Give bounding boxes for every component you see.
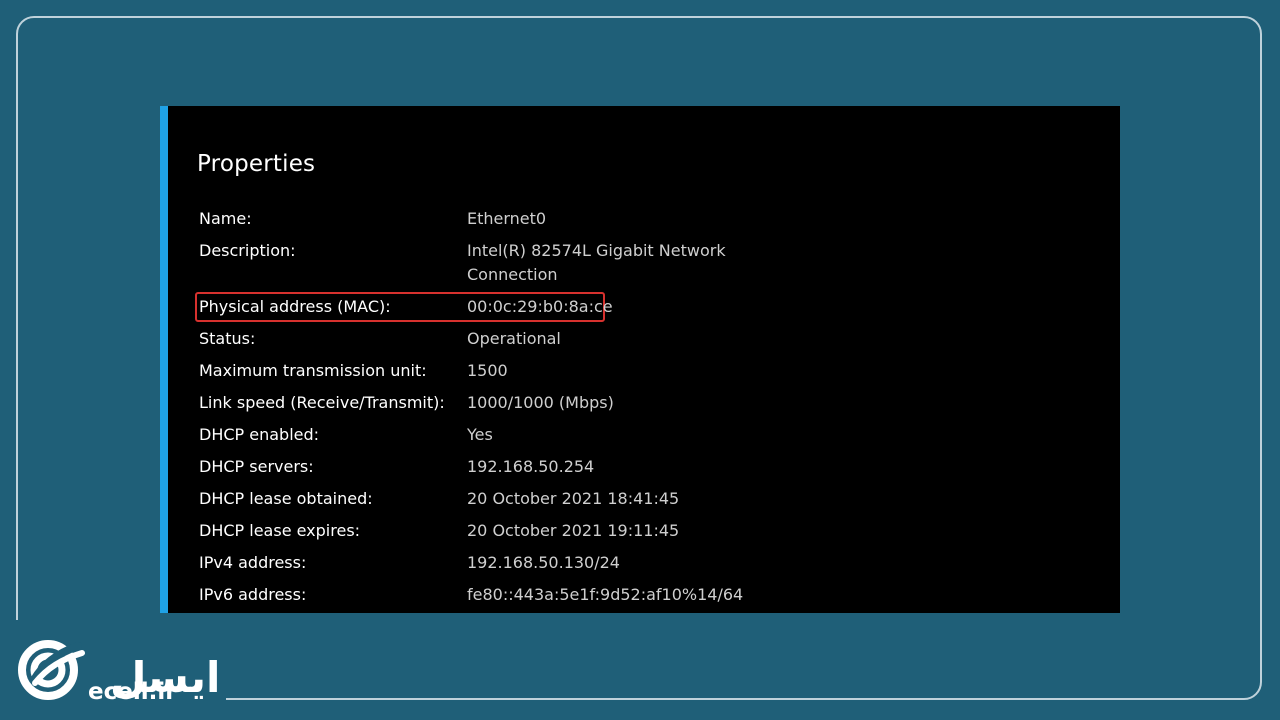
property-label: DHCP lease obtained: [199, 489, 373, 508]
property-label: Description: [199, 241, 296, 260]
accent-bar [160, 106, 168, 613]
property-value: 00:0c:29:b0:8a:ce [467, 297, 613, 316]
property-label: DHCP servers: [199, 457, 314, 476]
property-value: Ethernet0 [467, 209, 547, 228]
property-label: DHCP lease expires: [199, 521, 361, 540]
property-value: 1500 [467, 361, 508, 380]
property-label: Maximum transmission unit: [199, 361, 427, 380]
ecell-logo-icon [18, 640, 85, 700]
logo-domain: ecell.ir [88, 679, 177, 705]
property-label: DHCP enabled: [199, 425, 320, 444]
ecell-logo: ایسل ecell.ir [14, 628, 224, 708]
properties-screenshot: Properties Name: Ethernet0 Description: … [160, 106, 1120, 613]
property-label: Status: [199, 329, 256, 348]
property-label: IPv6 address: [199, 585, 307, 604]
property-label: Physical address (MAC): [199, 297, 391, 316]
property-label: Link speed (Receive/Transmit): [199, 393, 445, 412]
property-value: 20 October 2021 18:41:45 [467, 489, 680, 508]
property-value: Intel(R) 82574L Gigabit Network Connecti… [467, 241, 726, 284]
property-label: IPv4 address: [199, 553, 307, 572]
property-value: 20 October 2021 19:11:45 [467, 521, 680, 540]
property-value: 192.168.50.130/24 [467, 553, 620, 572]
property-value: Yes [467, 425, 493, 444]
property-value: 1000/1000 (Mbps) [467, 393, 614, 412]
property-value: Operational [467, 329, 561, 348]
page-title: Properties [197, 151, 316, 177]
property-value: fe80::443a:5e1f:9d52:af10%14/64 [467, 585, 744, 604]
property-value: 192.168.50.254 [467, 457, 595, 476]
property-label: Name: [199, 209, 252, 228]
